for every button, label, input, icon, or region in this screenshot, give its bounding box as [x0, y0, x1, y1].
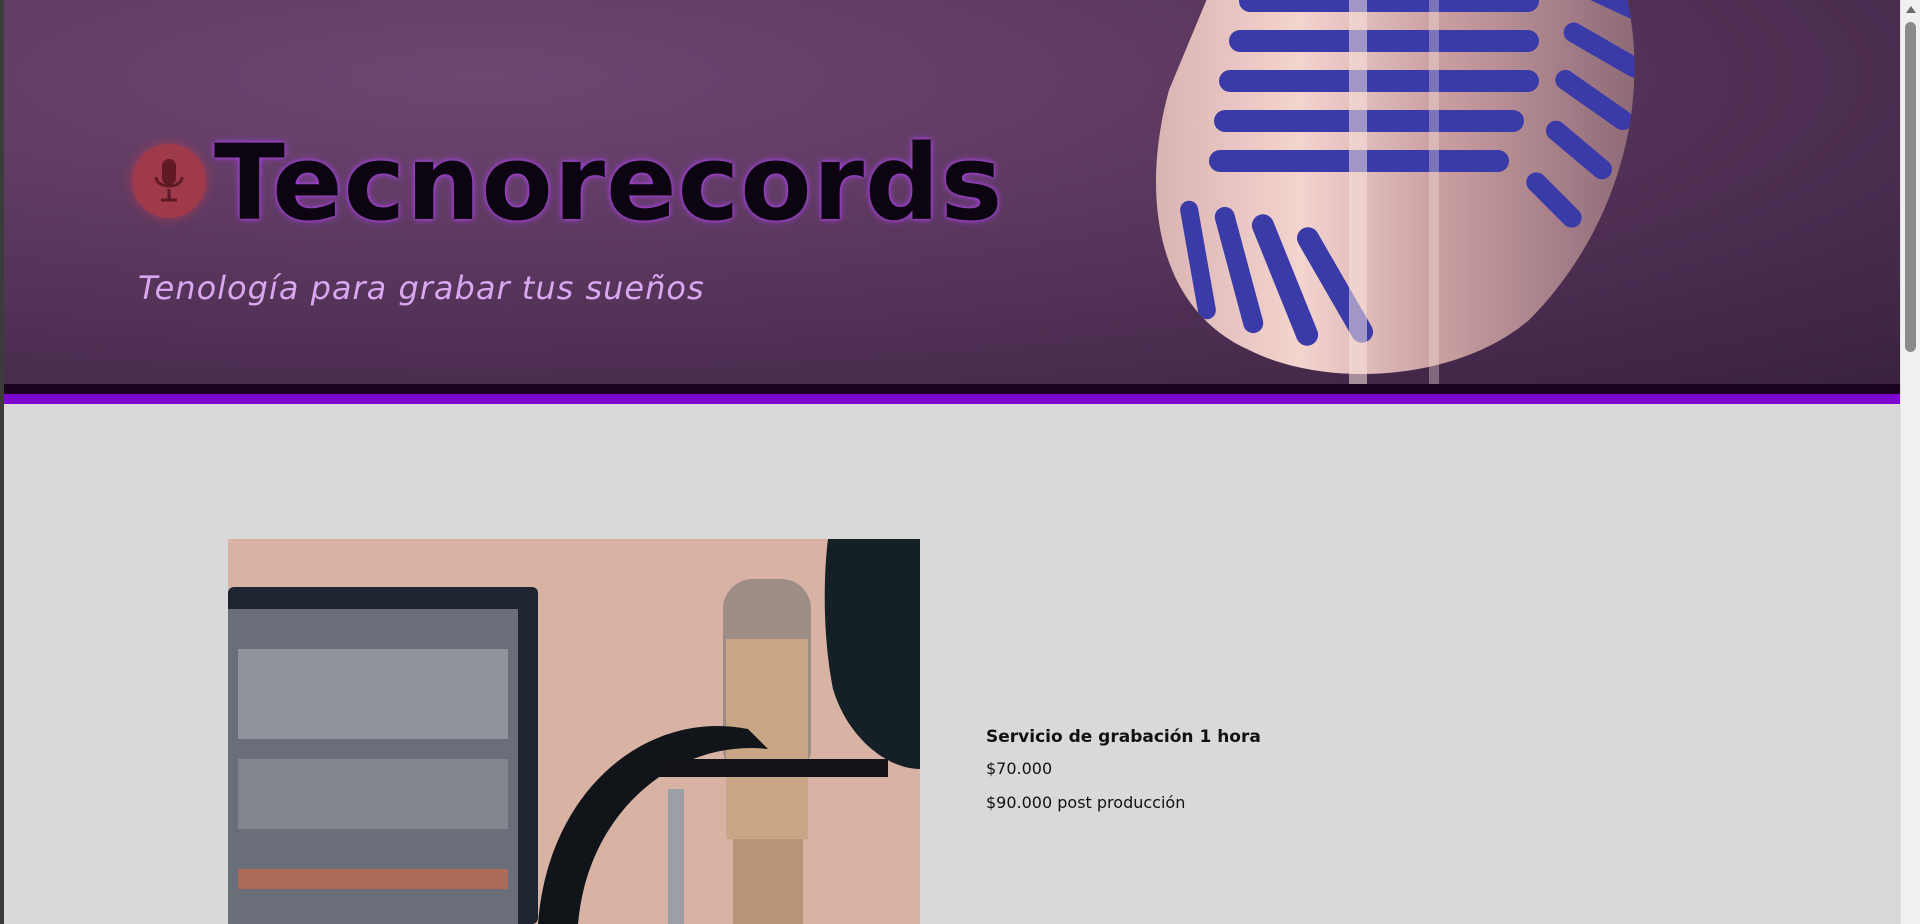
header-divider-dark [4, 384, 1900, 394]
site-title: Tecnorecords [214, 122, 1004, 244]
site-subtitle: Tenología para grabar tus sueños [138, 269, 705, 307]
product-price: $70.000 [986, 759, 1053, 778]
product-title: Servicio de grabación 1 hora [986, 727, 1261, 747]
scrollbar-thumb[interactable] [1905, 22, 1916, 352]
microphone-icon [132, 144, 206, 218]
header-accent-bar [4, 394, 1900, 404]
product-price-post: $90.000 post producción [986, 793, 1186, 812]
product-info: Servicio de grabación 1 hora $70.000 $90… [986, 722, 1386, 820]
vintage-microphone-image [1156, 0, 1635, 384]
hero-header: Tecnorecords Tenología para grabar tus s… [4, 0, 1900, 384]
page: Tecnorecords Tenología para grabar tus s… [0, 0, 1920, 924]
microphone-glyph-icon [154, 159, 184, 202]
scroll-up-arrow-icon[interactable] [1906, 6, 1916, 13]
vertical-scrollbar[interactable] [1900, 0, 1920, 924]
studio-photo-graphic [228, 539, 920, 924]
studio-microphone-image [228, 539, 920, 924]
